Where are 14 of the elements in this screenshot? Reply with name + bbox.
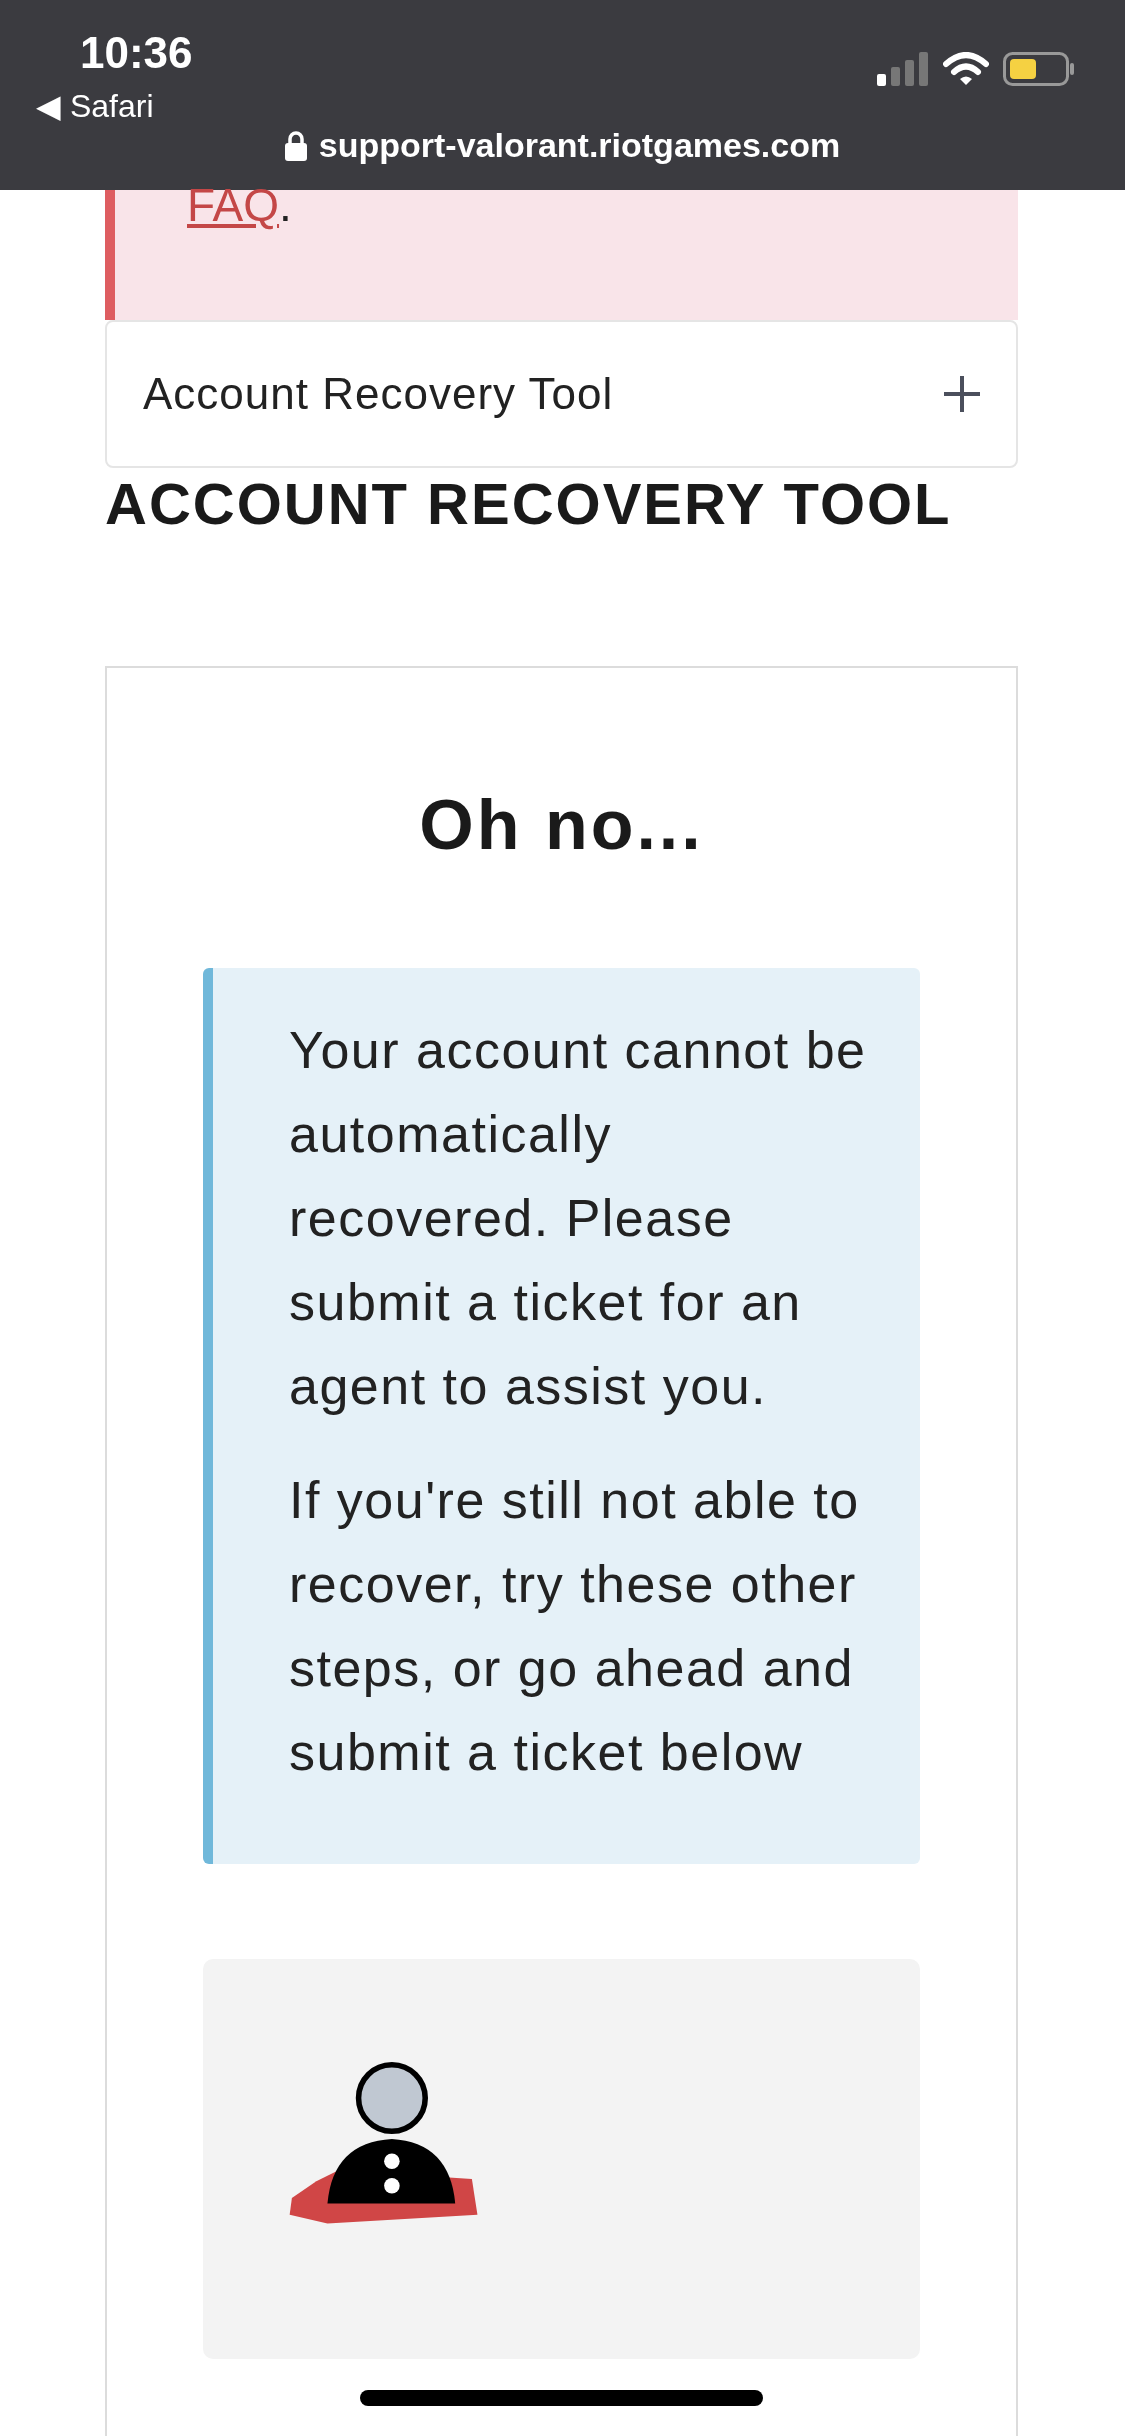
battery-icon (1003, 52, 1075, 86)
faq-link[interactable]: FAQ (187, 179, 280, 231)
time: 10:36 (80, 27, 193, 79)
plus-icon (944, 376, 980, 412)
card-title: Oh no... (418, 785, 705, 866)
info-text: If you're still not able to recover, try these other steps, or go ahead and submit a ticket below (289, 1470, 861, 1783)
info-text: Your account cannot be automatically recovered. Please submit a ticket for an agent to assist you. (289, 1020, 868, 1417)
lock-icon (284, 130, 307, 161)
wifi-icon (943, 52, 989, 86)
signal-icon (877, 52, 929, 86)
accordion-header[interactable]: Account Recovery Tool (105, 320, 1018, 468)
back-link[interactable]: ◀ Safari (36, 82, 154, 130)
url-text[interactable]: support-valorant.riotgames.com (318, 120, 841, 171)
section-heading: ACCOUNT RECOVERY TOOL (105, 472, 953, 536)
